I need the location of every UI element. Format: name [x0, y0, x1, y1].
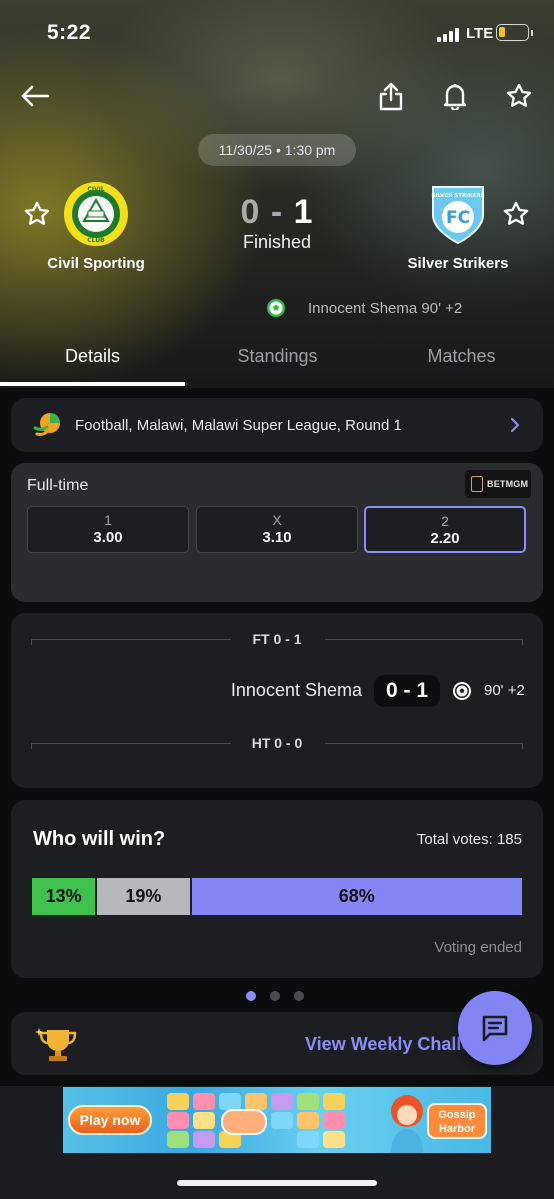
bell-icon[interactable] [437, 78, 473, 114]
network-type: LTE [466, 25, 494, 42]
poll-title: Who will win? [33, 828, 166, 850]
full-time-label: FT 0 - 1 [252, 631, 302, 647]
tab-details[interactable]: Details [0, 336, 185, 382]
tab-matches[interactable]: Matches [369, 336, 554, 382]
weekly-challenge-link[interactable]: View Weekly Challe [305, 1034, 475, 1055]
match-header: 5:22 LTE 11/30/25 • 1:30 pm CIVIL CLUB C… [0, 0, 554, 388]
chat-icon [482, 1015, 508, 1042]
poll-result-bar: 13% 19% 68% [32, 878, 522, 915]
odds-option-draw[interactable]: X 3.10 [196, 506, 358, 553]
cellular-signal-icon [437, 26, 459, 42]
odds-card: Full-time BETMGM 1 3.00 X 3.10 2 2.20 [11, 463, 543, 602]
poll-status: Voting ended [434, 939, 522, 956]
svg-text:CLUB: CLUB [87, 237, 105, 244]
battery-icon [496, 24, 529, 41]
goal-score: 0 - 1 [374, 675, 440, 707]
poll-segment: 13% [32, 878, 96, 915]
status-bar: 5:22 LTE [0, 0, 554, 64]
goal-player: Innocent Shema [230, 680, 362, 700]
home-indicator[interactable] [177, 1180, 377, 1186]
score-separator: - [260, 193, 294, 231]
svg-text:FC: FC [446, 208, 470, 228]
ad-brand-logo: Gossip Harbor [427, 1103, 487, 1139]
ad-character-image [391, 1095, 423, 1153]
odds-option-away[interactable]: 2 2.20 [364, 506, 526, 553]
home-score: 0 [240, 193, 261, 231]
odds-title: Full-time [27, 477, 89, 494]
trophy-icon [35, 1028, 77, 1061]
league-row[interactable]: Football, Malawi, Malawi Super League, R… [11, 398, 543, 452]
poll-segment: 68% [191, 878, 522, 915]
away-score: 1 [293, 193, 314, 231]
favorite-match-star-icon[interactable] [501, 78, 537, 114]
soccer-ball-icon [267, 299, 285, 317]
soccer-ball-icon [453, 682, 471, 700]
ad-play-button[interactable]: Play now [68, 1105, 152, 1135]
match-timeline: FT 0 - 1 Innocent Shema 0 - 1 90' +2 HT … [11, 613, 543, 788]
ad-game-artwork [163, 1091, 363, 1149]
ad-banner[interactable]: Play now Gossip Harbor [63, 1087, 491, 1153]
tab-standings[interactable]: Standings [185, 336, 370, 382]
half-time-label: HT 0 - 0 [251, 735, 303, 751]
bookmaker-logo[interactable]: BETMGM [465, 470, 531, 498]
poll-segment: 19% [97, 878, 190, 915]
share-icon[interactable] [373, 78, 409, 114]
odds-option-home[interactable]: 1 3.00 [27, 506, 189, 553]
match-status: Finished [242, 232, 312, 252]
carousel-dot[interactable] [270, 991, 280, 1001]
goal-scorer-summary: Innocent Shema 90' +2 [266, 296, 462, 320]
goal-event: Innocent Shema 0 - 1 90' +2 [11, 675, 543, 707]
svg-text:SILVER STRIKERS: SILVER STRIKERS [431, 193, 484, 199]
football-icon [33, 413, 60, 436]
home-team[interactable]: CIVIL CLUB Civil Sporting [11, 181, 181, 272]
svg-text:CIVIL: CIVIL [87, 186, 105, 193]
home-team-name: Civil Sporting [47, 255, 145, 272]
active-tab-indicator [0, 382, 185, 386]
back-arrow-icon[interactable] [17, 78, 53, 114]
league-label: Football, Malawi, Malawi Super League, R… [75, 416, 402, 434]
win-poll: Who will win? Total votes: 185 13% 19% 68%… [11, 800, 543, 978]
chevron-right-icon [510, 417, 520, 433]
match-date: 11/30/25 • 1:30 pm [198, 134, 356, 166]
favorite-away-star-icon[interactable] [501, 199, 531, 229]
match-score: 0 - 1 Finished [200, 193, 354, 253]
carousel-dot-active[interactable] [246, 991, 256, 1001]
status-time: 5:22 [47, 21, 92, 44]
carousel-dot[interactable] [294, 991, 304, 1001]
away-team-name: Silver Strikers [407, 255, 509, 272]
away-team-logo: FC SILVER STRIKERS [425, 181, 491, 247]
home-team-logo: CIVIL CLUB [63, 181, 129, 247]
goal-minute: 90' +2 [484, 682, 525, 699]
chat-button[interactable] [458, 991, 532, 1065]
carousel-pagination [246, 991, 318, 1001]
tab-bar: Details Standings Matches [0, 336, 554, 388]
bookmaker-name: BETMGM [487, 479, 529, 489]
poll-total-votes: Total votes: 185 [416, 831, 522, 848]
goal-scorer-text: Innocent Shema 90' +2 [308, 299, 463, 317]
